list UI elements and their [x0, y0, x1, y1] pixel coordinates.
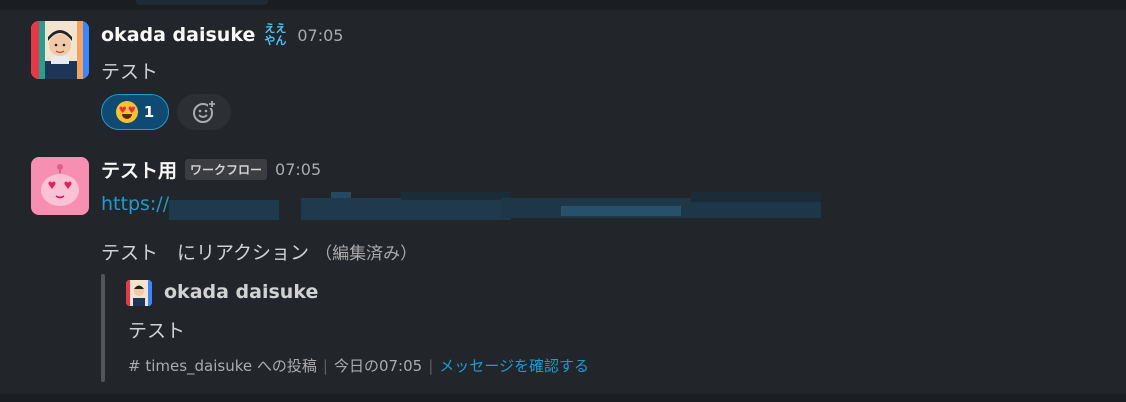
- author-name[interactable]: okada daisuke: [101, 24, 255, 46]
- separator: |: [428, 356, 434, 375]
- status-emoji-line2: やん: [264, 34, 287, 47]
- separator: |: [322, 356, 328, 375]
- quoted-timestamp[interactable]: 今日の07:05: [334, 355, 422, 376]
- message-okada[interactable]: okada daisuke ええ やん 07:05 テスト ♥ ♥ 1: [0, 10, 1126, 142]
- status-emoji-icon[interactable]: ええ やん: [261, 21, 289, 49]
- heart-eyes-emoji-icon: ♥ ♥: [115, 101, 138, 123]
- link-text[interactable]: https://: [101, 193, 169, 215]
- quoted-avatar[interactable]: [126, 280, 152, 306]
- scroll-hint: [136, 0, 268, 5]
- message-unfurl[interactable]: okada daisuke テスト # times_daisuke への投稿 |…: [101, 274, 701, 382]
- reaction-bar: ♥ ♥ 1: [101, 94, 231, 130]
- workflow-badge: ワークフロー: [185, 158, 268, 180]
- quote-bar: [101, 274, 105, 382]
- quoted-text: テスト: [128, 320, 186, 342]
- reaction-count: 1: [143, 103, 155, 121]
- quoted-channel[interactable]: # times_daisuke への投稿: [128, 355, 317, 376]
- quote-footer: # times_daisuke への投稿 | 今日の07:05 | メッセージを…: [128, 355, 589, 376]
- reaction-notice: テスト にリアクション （編集済み）: [101, 238, 417, 265]
- edited-label: （編集済み）: [315, 244, 418, 264]
- message-link[interactable]: https://: [101, 192, 841, 222]
- bottom-edge: [0, 394, 1126, 402]
- avatar[interactable]: [31, 21, 89, 79]
- timestamp[interactable]: 07:05: [297, 26, 343, 45]
- previous-message-edge: [0, 0, 1126, 10]
- reaction-notice-text: テスト にリアクション: [101, 242, 310, 264]
- message-header: テスト用 ワークフロー 07:05: [101, 155, 321, 183]
- message-workflow[interactable]: テスト用 ワークフロー 07:05 https:// テスト にリアクション （…: [0, 142, 1126, 394]
- message-text: テスト: [101, 61, 159, 83]
- timestamp[interactable]: 07:05: [275, 160, 321, 179]
- reaction-heart-eyes[interactable]: ♥ ♥ 1: [101, 94, 169, 130]
- view-message-link[interactable]: メッセージを確認する: [439, 355, 589, 376]
- add-reaction-button[interactable]: [177, 94, 231, 130]
- message-header: okada daisuke ええ やん 07:05: [101, 21, 343, 49]
- quoted-author[interactable]: okada daisuke: [164, 281, 318, 303]
- add-emoji-icon: [193, 100, 216, 123]
- author-name[interactable]: テスト用: [101, 156, 177, 183]
- workflow-bot-avatar[interactable]: [31, 157, 89, 215]
